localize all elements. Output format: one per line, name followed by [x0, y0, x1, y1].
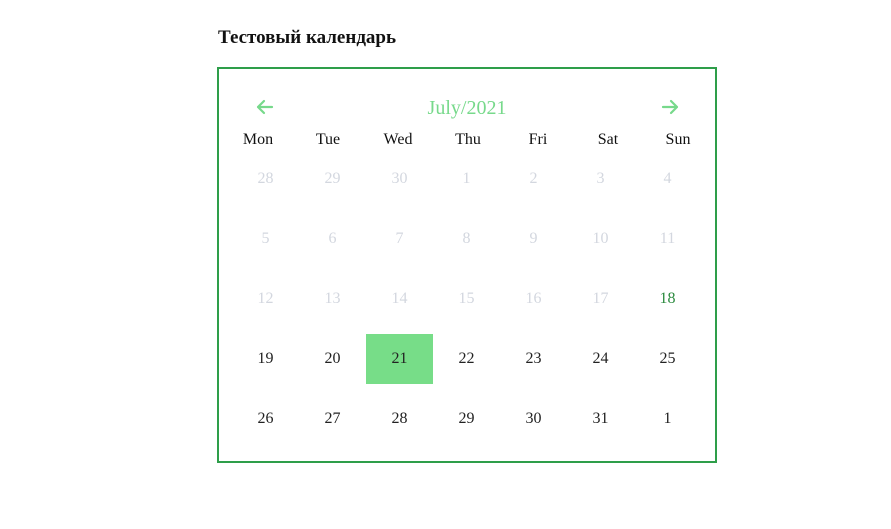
day-number: 10: [592, 230, 609, 247]
weekday-label: Wed: [383, 131, 413, 148]
day-number: 9: [529, 230, 538, 247]
day-number: 12: [257, 290, 274, 307]
weekday-label: Sat: [597, 131, 619, 148]
calendar: July/2021 Mon Tue Wed Thu Fri Sat Sun 28 29 30 1 2…: [217, 67, 717, 463]
day-cell: 13: [299, 274, 366, 334]
day-number: 30: [525, 410, 542, 427]
day-number: 14: [391, 290, 408, 307]
day-number: 5: [261, 230, 270, 247]
day-cell[interactable]: 26: [232, 394, 299, 454]
day-cell: 4: [634, 154, 701, 214]
day-number: 27: [324, 410, 341, 427]
weekday-label: Mon: [242, 131, 274, 148]
day-cell: 10: [567, 214, 634, 274]
day-cell: 28: [232, 154, 299, 214]
day-number: 8: [462, 230, 471, 247]
day-cell: 16: [500, 274, 567, 334]
day-cell: 9: [500, 214, 567, 274]
day-cell[interactable]: 22: [433, 334, 500, 394]
day-number: 1: [663, 410, 672, 427]
day-cell: 8: [433, 214, 500, 274]
day-number: 29: [458, 410, 475, 427]
day-number: 21: [391, 350, 408, 367]
day-number: 7: [395, 230, 404, 247]
day-number: 16: [525, 290, 542, 307]
day-number: 20: [324, 350, 341, 367]
weekday-label: Fri: [528, 131, 548, 148]
day-cell: 11: [634, 214, 701, 274]
weekday-label: Tue: [315, 131, 341, 148]
day-cell[interactable]: 30: [500, 394, 567, 454]
weekday-label: Sun: [665, 131, 691, 148]
next-month-button[interactable]: [658, 95, 682, 119]
day-number: 30: [391, 170, 408, 187]
arrow-right-icon: [661, 99, 679, 115]
day-number: 22: [458, 350, 475, 367]
day-cell: 3: [567, 154, 634, 214]
day-number: 28: [391, 410, 408, 427]
day-number: 1: [462, 170, 471, 187]
day-cell: 30: [366, 154, 433, 214]
day-number: 23: [525, 350, 542, 367]
month-label: July/2021: [427, 97, 507, 119]
day-cell: 12: [232, 274, 299, 334]
day-cell: 1: [433, 154, 500, 214]
day-number: 25: [659, 350, 676, 367]
day-number: 15: [458, 290, 475, 307]
day-cell[interactable]: 31: [567, 394, 634, 454]
day-cell-today[interactable]: 18: [634, 274, 701, 334]
day-cell[interactable]: 29: [433, 394, 500, 454]
day-cell[interactable]: 25: [634, 334, 701, 394]
day-grid: 28 29 30 1 2 3 4 5 6 7 8 9 10 11 12 13 14 15 16 17 18 19 20 21 2…: [232, 154, 702, 454]
day-cell[interactable]: 1: [634, 394, 701, 454]
day-cell[interactable]: 23: [500, 334, 567, 394]
day-cell[interactable]: 19: [232, 334, 299, 394]
day-number: 29: [324, 170, 341, 187]
page-title: Тестовый календарь: [218, 27, 397, 48]
day-cell[interactable]: 27: [299, 394, 366, 454]
weekday-header: Mon Tue Wed Thu Fri Sat Sun: [223, 130, 713, 150]
day-cell: 2: [500, 154, 567, 214]
day-number: 31: [592, 410, 609, 427]
day-cell-selected[interactable]: 21: [366, 334, 433, 394]
day-cell: 15: [433, 274, 500, 334]
day-number: 13: [324, 290, 341, 307]
day-cell[interactable]: 24: [567, 334, 634, 394]
day-number: 3: [596, 170, 605, 187]
day-cell: 6: [299, 214, 366, 274]
day-cell: 7: [366, 214, 433, 274]
day-number: 28: [257, 170, 274, 187]
day-number: 18: [659, 290, 676, 307]
day-number: 26: [257, 410, 274, 427]
day-number: 19: [257, 350, 274, 367]
day-cell: 17: [567, 274, 634, 334]
day-cell: 29: [299, 154, 366, 214]
weekday-label: Thu: [455, 131, 481, 148]
day-number: 17: [592, 290, 609, 307]
day-number: 2: [529, 170, 538, 187]
day-cell: 5: [232, 214, 299, 274]
day-number: 4: [663, 170, 672, 187]
day-cell[interactable]: 28: [366, 394, 433, 454]
day-cell: 14: [366, 274, 433, 334]
day-number: 6: [328, 230, 337, 247]
day-number: 11: [659, 230, 676, 247]
day-cell[interactable]: 20: [299, 334, 366, 394]
day-number: 24: [592, 350, 609, 367]
